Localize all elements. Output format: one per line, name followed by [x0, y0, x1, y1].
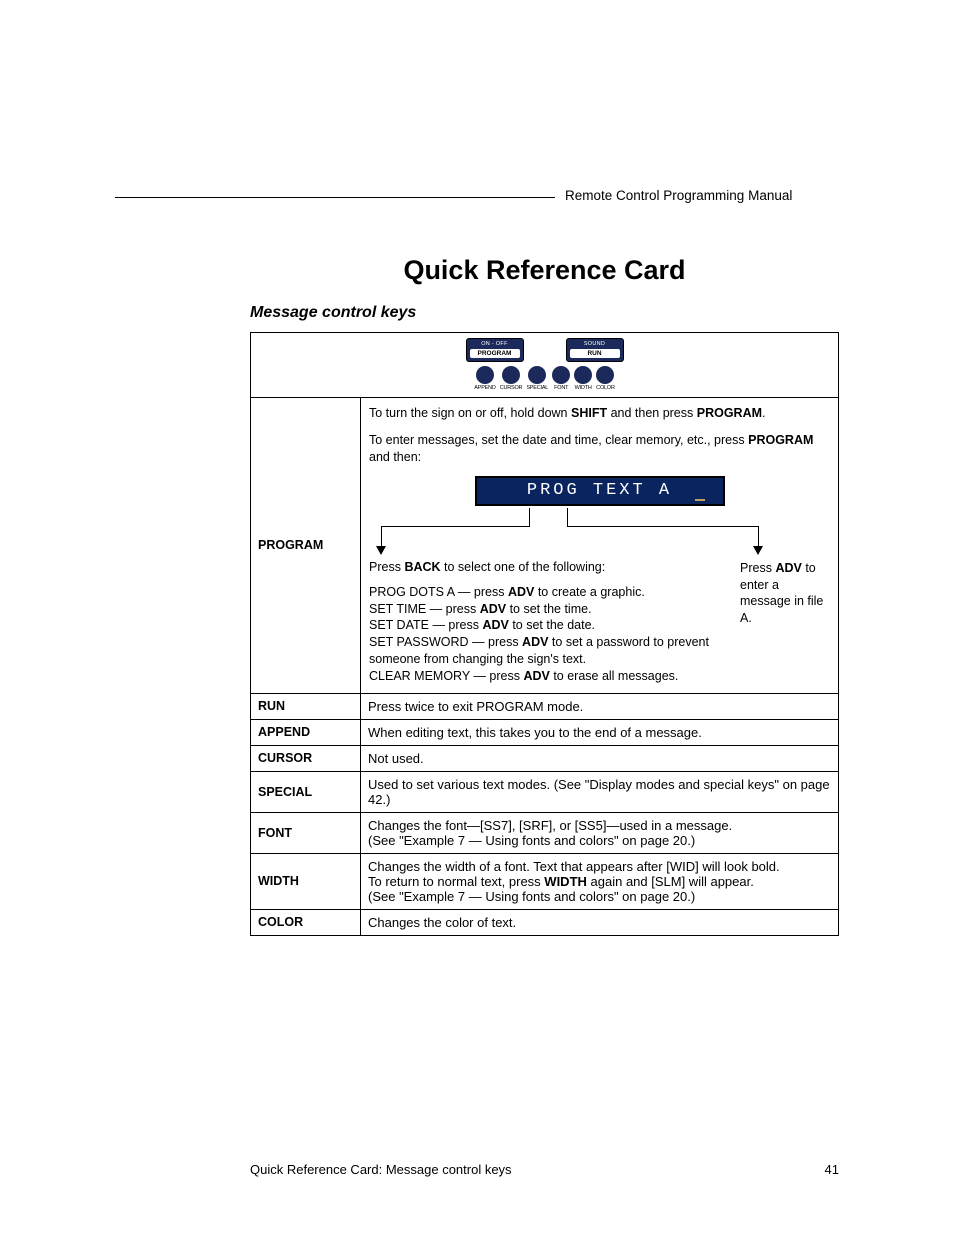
back-instruction: Press BACK to select one of the followin… — [369, 560, 726, 574]
row-color: COLOR Changes the color of text. — [251, 909, 839, 935]
page-number: 41 — [825, 1162, 839, 1177]
row-run: RUN Press twice to exit PROGRAM mode. — [251, 693, 839, 719]
remote-dot-row: APPEND CURSOR SPECIAL FONT WIDTH COLOR — [466, 366, 624, 391]
dot-icon — [574, 366, 592, 384]
remote-program-button: ON - OFF PROGRAM — [466, 338, 524, 362]
program-onoff: To turn the sign on or off, hold down SH… — [369, 405, 830, 422]
key-run: RUN — [251, 693, 361, 719]
row-special: SPECIAL Used to set various text modes. … — [251, 771, 839, 812]
program-enter: To enter messages, set the date and time… — [369, 432, 830, 466]
lcd-cursor-icon — [695, 499, 705, 501]
key-width: WIDTH — [251, 853, 361, 909]
kw: PROGRAM — [697, 406, 762, 420]
desc-special: Used to set various text modes. (See "Di… — [361, 771, 839, 812]
txt: to select one of the following: — [441, 560, 606, 574]
desc-color: Changes the color of text. — [361, 909, 839, 935]
row-font: FONT Changes the font—[SS7], [SRF], or [… — [251, 812, 839, 853]
dot-icon — [528, 366, 546, 384]
kw: BACK — [404, 560, 440, 574]
remote-btn1-top: ON - OFF — [467, 341, 523, 347]
txt: Press — [740, 561, 775, 575]
kw: ADV — [522, 635, 548, 649]
desc-run: Press twice to exit PROGRAM mode. — [361, 693, 839, 719]
row-width: WIDTH Changes the width of a font. Text … — [251, 853, 839, 909]
kw: ADV — [523, 669, 549, 683]
row-cursor: CURSOR Not used. — [251, 745, 839, 771]
dot-label: APPEND — [474, 385, 495, 391]
dot-label: SPECIAL — [526, 385, 548, 391]
back-options: PROG DOTS A — press ADV to create a grap… — [369, 584, 726, 685]
desc-cursor: Not used. — [361, 745, 839, 771]
lcd-display: PROG TEXT A — [475, 476, 725, 506]
dot-icon — [596, 366, 614, 384]
kw: ADV — [480, 602, 506, 616]
page-title: Quick Reference Card — [250, 255, 839, 286]
key-program: PROGRAM — [251, 398, 361, 694]
arrow-down-icon — [376, 546, 386, 555]
key-special: SPECIAL — [251, 771, 361, 812]
txt: PROG DOTS A — press — [369, 585, 508, 599]
dot-icon — [502, 366, 520, 384]
dot-label: CURSOR — [500, 385, 523, 391]
key-font: FONT — [251, 812, 361, 853]
desc-width: Changes the width of a font. Text that a… — [361, 853, 839, 909]
adv-instruction: Press ADV to enter a message in file A. — [740, 560, 830, 628]
txt: to create a graphic. — [534, 585, 644, 599]
row-program: PROGRAM To turn the sign on or off, hold… — [251, 398, 839, 694]
footer-text: Quick Reference Card: Message control ke… — [250, 1162, 512, 1177]
desc-font: Changes the font—[SS7], [SRF], or [SS5]—… — [361, 812, 839, 853]
txt: SET PASSWORD — press — [369, 635, 522, 649]
txt: Press — [369, 560, 404, 574]
kw: PROGRAM — [748, 433, 813, 447]
txt: SET TIME — press — [369, 602, 480, 616]
branch-arrows — [369, 508, 830, 556]
dot-label: FONT — [552, 385, 570, 391]
section-heading: Message control keys — [250, 304, 839, 322]
dot-label: WIDTH — [574, 385, 592, 391]
row-append: APPEND When editing text, this takes you… — [251, 719, 839, 745]
txt: . — [762, 406, 765, 420]
txt: to erase all messages. — [550, 669, 679, 683]
remote-run-button: SOUND RUN — [566, 338, 624, 362]
remote-btn2-top: SOUND — [567, 341, 623, 347]
key-color: COLOR — [251, 909, 361, 935]
dot-icon — [552, 366, 570, 384]
kw: ADV — [775, 561, 801, 575]
txt: To enter messages, set the date and time… — [369, 433, 748, 447]
dot-label: COLOR — [596, 385, 615, 391]
txt: and then press — [607, 406, 697, 420]
remote-graphic: ON - OFF PROGRAM SOUND RUN APPEND CURSOR… — [466, 338, 624, 391]
remote-graphic-row: ON - OFF PROGRAM SOUND RUN APPEND CURSOR… — [251, 333, 839, 398]
desc-append: When editing text, this takes you to the… — [361, 719, 839, 745]
txt: to set the date. — [509, 618, 595, 632]
txt: To turn the sign on or off, hold down — [369, 406, 571, 420]
arrow-down-icon — [753, 546, 763, 555]
key-cursor: CURSOR — [251, 745, 361, 771]
lcd-text: PROG TEXT A — [527, 481, 672, 500]
reference-table: ON - OFF PROGRAM SOUND RUN APPEND CURSOR… — [250, 332, 839, 936]
remote-btn1-bot: PROGRAM — [470, 349, 520, 358]
txt: and then: — [369, 450, 421, 464]
kw: SHIFT — [571, 406, 607, 420]
kw: ADV — [482, 618, 508, 632]
dot-icon — [476, 366, 494, 384]
remote-btn2-bot: RUN — [570, 349, 620, 358]
txt: CLEAR MEMORY — press — [369, 669, 523, 683]
kw: ADV — [508, 585, 534, 599]
txt: to set the time. — [506, 602, 591, 616]
key-append: APPEND — [251, 719, 361, 745]
page-footer: Quick Reference Card: Message control ke… — [250, 1162, 839, 1177]
txt: SET DATE — press — [369, 618, 482, 632]
kw: WIDTH — [544, 874, 587, 889]
